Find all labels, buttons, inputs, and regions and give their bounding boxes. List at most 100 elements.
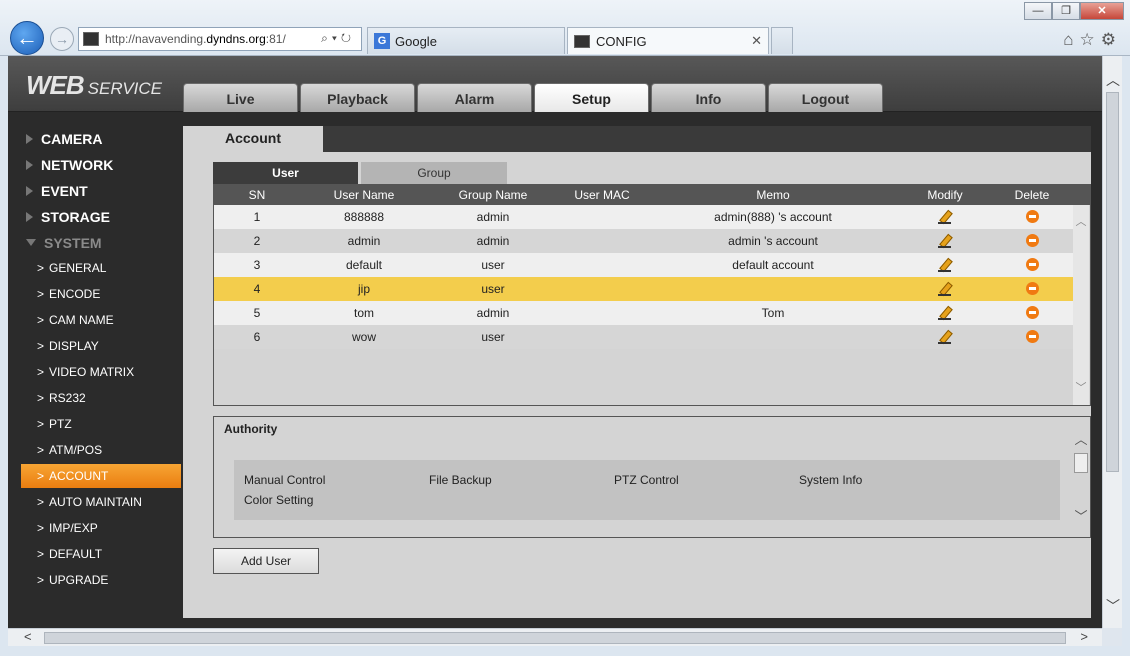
tab-close-icon[interactable]: ✕ — [751, 33, 762, 49]
cell-group-name: admin — [476, 234, 510, 248]
forward-arrow-icon[interactable]: → — [50, 27, 74, 51]
scroll-up-icon[interactable]: ︿ — [1073, 429, 1089, 448]
table-row[interactable]: 5 tom admin Tom — [214, 301, 1074, 325]
tab-user[interactable]: User — [213, 162, 358, 184]
sidebar-item-label: GENERAL — [49, 261, 107, 275]
modify-button[interactable] — [900, 277, 990, 301]
google-icon: G — [374, 33, 390, 49]
nav-setup[interactable]: Setup — [534, 83, 649, 112]
sidebar-item-label: AUTO MAINTAIN — [49, 495, 142, 509]
tab-config[interactable]: CONFIG ✕ — [567, 27, 769, 54]
user-table: SN User Name Group Name User MAC Memo Mo… — [213, 184, 1091, 406]
address-bar[interactable]: http://navavending. dyndns.org:81/ ⌕▾↻ — [78, 27, 362, 51]
back-arrow-icon[interactable]: ← — [10, 21, 44, 55]
nav-playback[interactable]: Playback — [300, 83, 415, 112]
tab-google[interactable]: G Google — [367, 27, 565, 54]
sidebar-item-auto-maintain[interactable]: > AUTO MAINTAIN — [21, 490, 181, 514]
delete-icon — [1025, 234, 1039, 247]
window-controls: — ❐ ✕ — [1024, 2, 1124, 20]
sidebar-item-video-matrix[interactable]: > VIDEO MATRIX — [21, 360, 181, 384]
delete-icon — [1025, 258, 1039, 271]
authority-title: Authority — [224, 422, 278, 436]
delete-button[interactable] — [990, 277, 1074, 301]
sidebar-item-label: ACCOUNT — [49, 469, 109, 483]
minimize-button[interactable]: — — [1024, 2, 1052, 20]
delete-button[interactable] — [990, 301, 1074, 325]
sidebar-item-display[interactable]: > DISPLAY — [21, 334, 181, 358]
nav-logout[interactable]: Logout — [768, 83, 883, 112]
close-window-button[interactable]: ✕ — [1080, 2, 1124, 20]
cell-user-name: tom — [353, 306, 374, 320]
nav-info[interactable]: Info — [651, 83, 766, 112]
sidebar-system[interactable]: SYSTEM — [26, 235, 102, 251]
sidebar-item-general[interactable]: > GENERAL — [21, 256, 181, 280]
cell-user-name: default — [345, 258, 383, 272]
tab-config-label: CONFIG — [596, 33, 647, 49]
chevron-right-icon: > — [37, 443, 45, 457]
nav-live[interactable]: Live — [183, 83, 298, 112]
sidebar-item-label: UPGRADE — [49, 573, 109, 587]
delete-button[interactable] — [990, 253, 1074, 277]
sidebar-camera[interactable]: CAMERA — [26, 131, 102, 147]
sidebar-item-ptz[interactable]: > PTZ — [21, 412, 181, 436]
delete-icon — [1025, 330, 1039, 343]
delete-button[interactable] — [990, 325, 1074, 349]
authority-scrollbar[interactable]: ︿ ﹀ — [1073, 429, 1089, 525]
table-row[interactable]: 3 default user default account — [214, 253, 1074, 277]
scroll-up-icon[interactable]: ︿ — [1106, 70, 1120, 90]
address-tools-icon[interactable]: ⌕▾↻ — [321, 31, 355, 46]
sidebar-item-label: CAM NAME — [49, 313, 114, 327]
scroll-down-icon[interactable]: ﹀ — [1073, 506, 1089, 525]
cell-memo: default account — [732, 258, 814, 272]
scroll-down-icon[interactable]: ﹀ — [1073, 379, 1089, 395]
sidebar-item-default[interactable]: > DEFAULT — [21, 542, 181, 566]
new-tab-button[interactable] — [771, 27, 793, 54]
cell-sn: 3 — [253, 258, 261, 272]
delete-button[interactable] — [990, 229, 1074, 253]
sidebar-item-account[interactable]: > ACCOUNT — [21, 464, 181, 488]
maximize-button[interactable]: ❐ — [1052, 2, 1080, 20]
table-row[interactable]: 1 888888 admin admin(888) 's account — [214, 205, 1074, 229]
scroll-thumb[interactable] — [1106, 92, 1119, 472]
sidebar-item-imp-exp[interactable]: > IMP/EXP — [21, 516, 181, 540]
scroll-thumb[interactable] — [44, 632, 1066, 644]
table-row-selected[interactable]: 4 jip user — [214, 277, 1074, 301]
chevron-right-icon: > — [37, 391, 45, 405]
page-horizontal-scrollbar[interactable]: < > — [8, 628, 1102, 646]
add-user-button[interactable]: Add User — [213, 548, 319, 574]
sidebar-item-rs232[interactable]: > RS232 — [21, 386, 181, 410]
modify-button[interactable] — [900, 253, 990, 277]
home-favorites-settings-icons[interactable]: ⌂☆⚙ — [1063, 30, 1122, 50]
modify-button[interactable] — [900, 325, 990, 349]
sidebar-item-upgrade[interactable]: > UPGRADE — [21, 568, 181, 592]
table-row[interactable]: 6 wow user — [214, 325, 1074, 349]
scroll-left-icon[interactable]: < — [24, 629, 32, 644]
scroll-up-icon[interactable]: ︿ — [1073, 213, 1089, 229]
delete-button[interactable] — [990, 205, 1074, 229]
modify-button[interactable] — [900, 229, 990, 253]
sidebar-item-encode[interactable]: > ENCODE — [21, 282, 181, 306]
nav-alarm[interactable]: Alarm — [417, 83, 532, 112]
app-header: WEB SERVICE Live Playback Alarm Setup Inf… — [8, 56, 1102, 112]
sidebar-network[interactable]: NETWORK — [26, 157, 113, 173]
sidebar-item-cam-name[interactable]: > CAM NAME — [21, 308, 181, 332]
modify-button[interactable] — [900, 301, 990, 325]
modify-button[interactable] — [900, 205, 990, 229]
sidebar-storage[interactable]: STORAGE — [26, 209, 110, 225]
table-row[interactable]: 2 admin admin admin 's account — [214, 229, 1074, 253]
tab-google-label: Google — [395, 33, 437, 49]
sidebar-item-atm-pos[interactable]: > ATM/POS — [21, 438, 181, 462]
page-vertical-scrollbar[interactable]: ︿ ﹀ — [1102, 56, 1122, 628]
tab-account[interactable]: Account — [183, 126, 323, 152]
sidebar-network-label: NETWORK — [41, 157, 114, 173]
scroll-thumb[interactable] — [1074, 453, 1088, 473]
table-scrollbar[interactable]: ︿ ﹀ — [1073, 205, 1089, 405]
tab-group[interactable]: Group — [361, 162, 507, 184]
scroll-down-icon[interactable]: ﹀ — [1106, 596, 1120, 616]
scroll-right-icon[interactable]: > — [1080, 629, 1088, 644]
sidebar-event[interactable]: EVENT — [26, 183, 88, 199]
chevron-right-icon: > — [37, 495, 45, 509]
cell-user-name: 888888 — [343, 210, 385, 224]
col-memo: Memo — [756, 188, 790, 202]
cell-group-name: user — [481, 330, 505, 344]
